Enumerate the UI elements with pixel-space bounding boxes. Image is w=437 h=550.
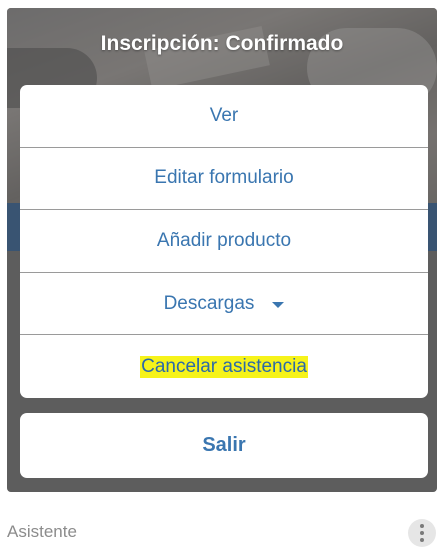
event-card: Inscripción: Confirmado Ver Editar formu… <box>7 8 437 492</box>
exit-label: Salir <box>202 434 246 456</box>
view-button[interactable]: Ver <box>20 85 428 148</box>
cancel-attendance-button[interactable]: Cancelar asistencia <box>20 335 428 398</box>
dialog-title: Inscripción: Confirmado <box>100 32 344 55</box>
edit-form-label: Editar formulario <box>154 167 294 189</box>
action-menu: Ver Editar formulario Añadir producto De… <box>20 85 428 398</box>
exit-button[interactable]: Salir <box>20 413 428 478</box>
downloads-label: Descargas <box>163 292 255 314</box>
view-label: Ver <box>209 104 239 126</box>
edit-form-button[interactable]: Editar formulario <box>20 148 428 211</box>
downloads-dropdown[interactable]: Descargas <box>20 273 428 336</box>
add-product-button[interactable]: Añadir producto <box>20 210 428 273</box>
attendee-label: Asistente <box>7 522 77 541</box>
caret-down-icon <box>272 301 285 308</box>
add-product-label: Añadir producto <box>156 229 292 251</box>
more-vertical-icon[interactable] <box>408 519 436 547</box>
cancel-attendance-label: Cancelar asistencia <box>140 355 308 378</box>
